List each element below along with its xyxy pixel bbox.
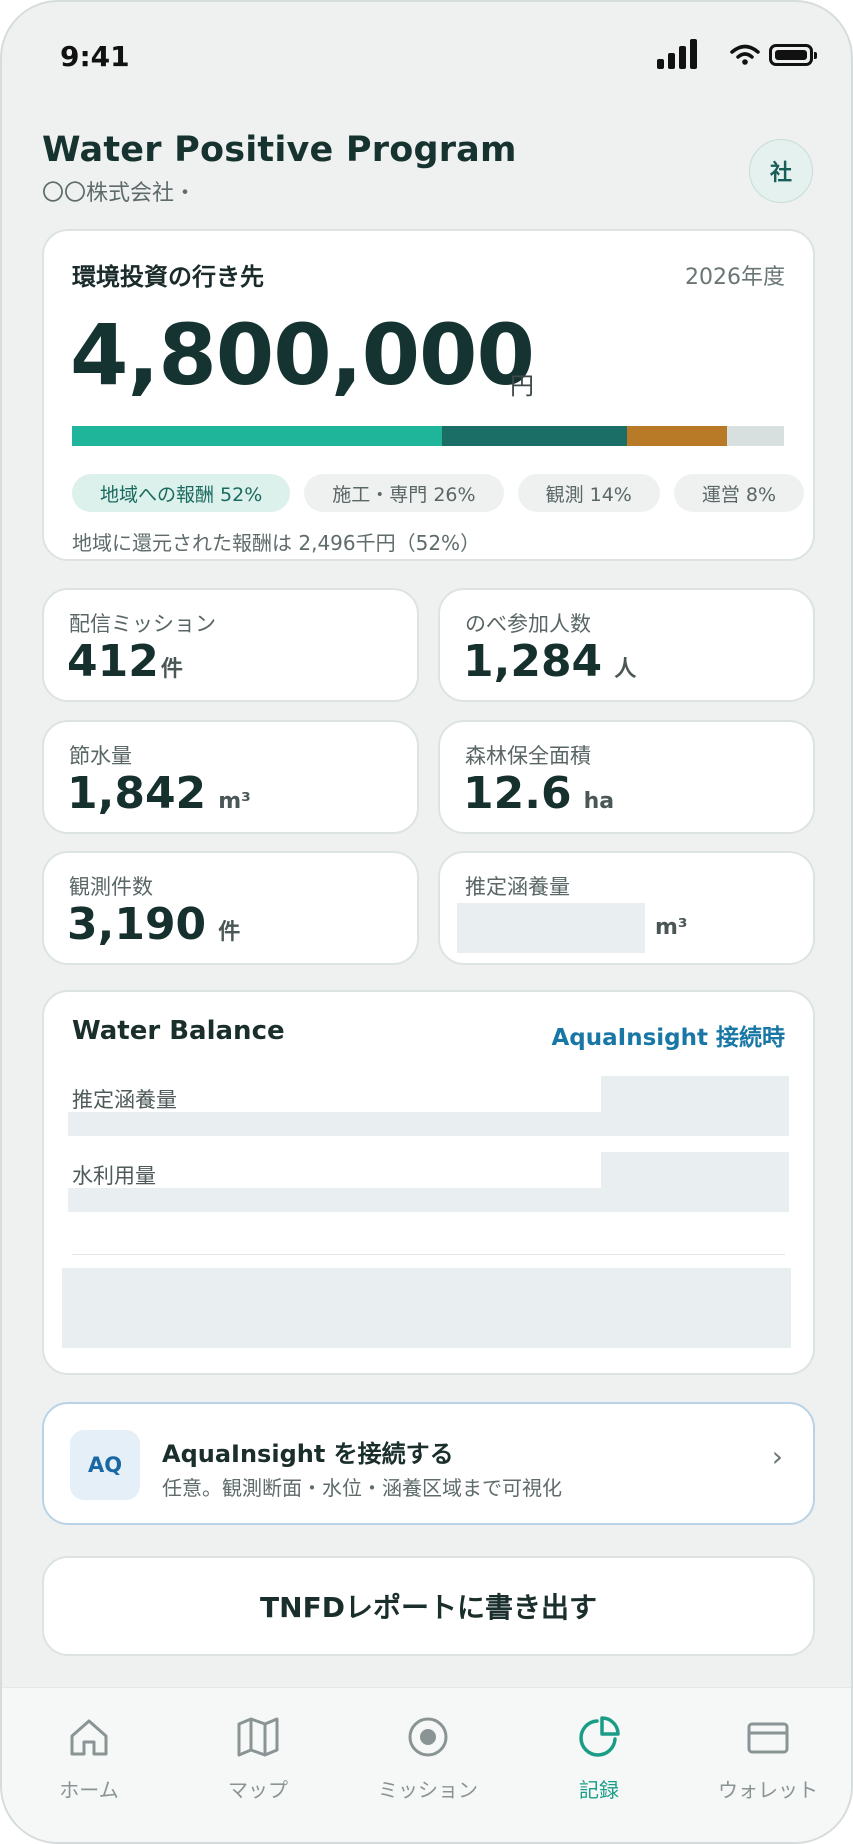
- stat-value: 1,842 m³: [67, 768, 251, 819]
- allocation-bar: [72, 426, 784, 446]
- tnfd-export-button[interactable]: TNFDレポートに書き出す: [42, 1556, 815, 1656]
- value-placeholder: [601, 1152, 789, 1188]
- tab-label: 記録: [579, 1778, 619, 1802]
- tab-label: ホーム: [59, 1778, 119, 1802]
- tab-home[interactable]: ホーム: [24, 1714, 154, 1803]
- bar-segment-operations: [727, 426, 784, 446]
- stat-label: のべ参加人数: [465, 612, 591, 636]
- stat-label: 節水量: [69, 744, 132, 768]
- tab-bar: ホーム マップ ミッション 記録 ウォレット: [2, 1687, 851, 1842]
- tab-mission[interactable]: ミッション: [363, 1714, 493, 1803]
- record-chart-icon: [579, 1716, 620, 1757]
- aquainsight-title: AquaInsight を接続する: [162, 1440, 454, 1468]
- chip-operations[interactable]: 運営 8%: [673, 474, 805, 512]
- aquainsight-connect-card[interactable]: AQ AquaInsight を接続する 任意。観測断面・水位・涵養区域まで可視…: [42, 1402, 815, 1525]
- home-icon: [70, 1719, 108, 1756]
- investment-label: 環境投資の行き先: [72, 263, 264, 291]
- bar-segment-community: [72, 426, 443, 446]
- company-name: 〇〇株式会社・: [42, 181, 197, 206]
- divider: [72, 1254, 785, 1255]
- bar-segment-observation: [627, 426, 728, 446]
- aquainsight-link[interactable]: AquaInsight 接続時: [551, 1018, 785, 1052]
- chevron-right-icon: ›: [771, 1440, 783, 1473]
- aquainsight-subtitle: 任意。観測断面・水位・涵養区域まで可視化: [162, 1476, 562, 1500]
- tab-record[interactable]: 記録: [534, 1714, 664, 1803]
- chip-observation[interactable]: 観測 14%: [517, 474, 660, 512]
- wallet-icon: [747, 1722, 789, 1754]
- stat-value: 12.6 ha: [463, 768, 615, 819]
- water-balance-title: Water Balance: [72, 1016, 285, 1046]
- chip-community-reward[interactable]: 地域への報酬 52%: [72, 474, 291, 512]
- stat-label: 推定涵養量: [465, 875, 570, 899]
- water-use-label: 水利用量: [72, 1164, 156, 1188]
- stat-value: 3,190 件: [67, 899, 241, 950]
- stat-unit: m³: [655, 915, 688, 940]
- page-title: Water Positive Program: [42, 130, 517, 170]
- summary-placeholder: [62, 1268, 791, 1348]
- investment-card: 環境投資の行き先 2026年度 4,800,000 円 地域への報酬 52% 施…: [42, 229, 815, 561]
- company-avatar[interactable]: 社: [749, 139, 813, 203]
- battery-icon: [769, 44, 817, 66]
- reward-note: 地域に還元された報酬は 2,496千円（52%）: [72, 531, 481, 555]
- map-icon: [237, 1717, 279, 1757]
- bar-segment-construction: [442, 426, 628, 446]
- tab-label: ウォレット: [718, 1778, 818, 1802]
- stat-label: 観測件数: [69, 875, 153, 899]
- status-bar: 9:41: [2, 2, 851, 112]
- mission-target-icon: [408, 1717, 448, 1757]
- signal-icon: [657, 39, 699, 69]
- phone-frame: 9:41 Water Positive Program 〇〇株式会社・ 社 環境…: [0, 0, 853, 1844]
- stat-recharge-volume: 推定涵養量 m³: [438, 851, 815, 965]
- amount-unit: 円: [510, 372, 534, 400]
- tab-map[interactable]: マップ: [193, 1714, 323, 1803]
- aquainsight-badge: AQ: [70, 1430, 140, 1500]
- chip-construction[interactable]: 施工・専門 26%: [304, 474, 504, 512]
- wifi-icon: [730, 44, 760, 65]
- bar-placeholder: [68, 1112, 789, 1136]
- fiscal-year: 2026年度: [685, 265, 785, 290]
- investment-amount: 4,800,000: [70, 306, 535, 404]
- stat-value: 412件: [67, 636, 183, 687]
- allocation-chips: 地域への報酬 52% 施工・専門 26% 観測 14% 運営 8%: [72, 474, 818, 512]
- stat-forest-area: 森林保全面積 12.6 ha: [438, 720, 815, 834]
- recharge-label: 推定涵養量: [72, 1088, 177, 1112]
- stat-label: 森林保全面積: [465, 744, 591, 768]
- tab-label: ミッション: [378, 1778, 478, 1802]
- stat-missions: 配信ミッション 412件: [42, 588, 419, 702]
- tab-label: マップ: [228, 1778, 288, 1802]
- stat-water-saved: 節水量 1,842 m³: [42, 720, 419, 834]
- status-time: 9:41: [60, 40, 130, 73]
- value-placeholder: [601, 1076, 789, 1112]
- value-placeholder: [457, 903, 645, 953]
- water-balance-card: Water Balance AquaInsight 接続時 推定涵養量 水利用量: [42, 990, 815, 1375]
- tab-wallet[interactable]: ウォレット: [703, 1714, 833, 1803]
- stat-participants: のべ参加人数 1,284 人: [438, 588, 815, 702]
- bar-placeholder: [68, 1188, 789, 1212]
- stat-label: 配信ミッション: [69, 612, 216, 636]
- stat-observations: 観測件数 3,190 件: [42, 851, 419, 965]
- stat-value: 1,284 人: [463, 636, 637, 687]
